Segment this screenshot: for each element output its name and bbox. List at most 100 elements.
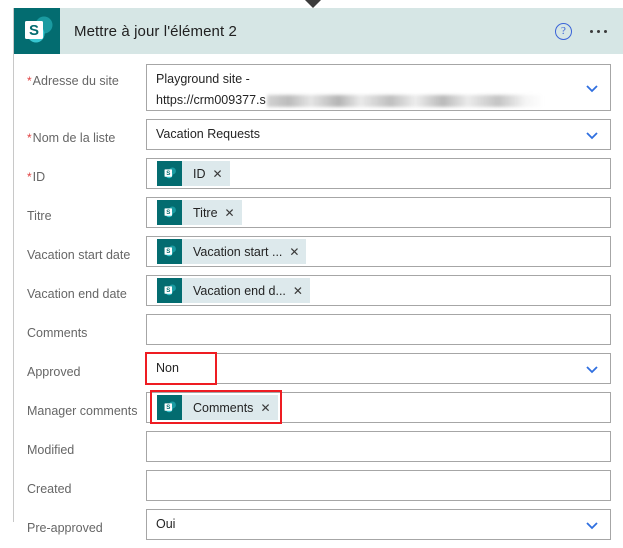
token-chip[interactable]: S Vacation end d... ✕: [157, 278, 310, 303]
label-text: Nom de la liste: [32, 131, 116, 145]
required-marker: *: [27, 74, 32, 88]
label-created: Created: [27, 482, 72, 496]
label-list-name: *Nom de la liste: [14, 119, 146, 145]
redacted-url-region: [266, 94, 542, 107]
approved-value: Non: [156, 361, 179, 375]
card-header: S Mettre à jour l'élément 2 ?: [14, 8, 623, 54]
form-row-pre-approved: Pre-approved Oui: [14, 509, 623, 548]
chevron-down-icon[interactable]: [585, 518, 599, 532]
site-address-dropdown[interactable]: Playground site - https://crm009377.s: [146, 64, 611, 111]
manager-comments-field[interactable]: S Comments ✕: [146, 392, 611, 423]
list-name-dropdown[interactable]: Vacation Requests: [146, 119, 611, 150]
token-chip[interactable]: S Vacation start ... ✕: [157, 239, 307, 264]
label-site-address: *Adresse du site: [14, 64, 146, 88]
pre-approved-dropdown[interactable]: Oui: [146, 509, 611, 540]
comments-input[interactable]: [146, 314, 611, 345]
sharepoint-token-icon: S: [157, 161, 182, 186]
token-label: ID: [193, 166, 206, 181]
token-chip[interactable]: S Comments ✕: [157, 395, 278, 420]
chevron-down-icon[interactable]: [585, 81, 599, 95]
form-row-approved: Approved Non: [14, 352, 623, 392]
control-modified: [146, 431, 611, 462]
control-approved: Non: [145, 352, 611, 385]
form-row-modified: Modified: [14, 431, 623, 470]
label-pre-approved: Pre-approved: [27, 521, 103, 535]
header-actions: ?: [555, 22, 623, 40]
titre-field[interactable]: S Titre ✕: [146, 197, 611, 228]
svg-text:S: S: [29, 22, 39, 39]
svg-text:S: S: [166, 287, 170, 294]
sharepoint-token-icon: S: [157, 395, 182, 420]
sharepoint-token-icon: S: [157, 278, 182, 303]
remove-token-icon[interactable]: ✕: [260, 402, 270, 414]
token-chip[interactable]: S Titre ✕: [157, 200, 242, 225]
control-id: S ID ✕: [146, 158, 611, 189]
window-top-strip: [0, 0, 623, 8]
help-question-icon[interactable]: ?: [555, 22, 572, 40]
modified-input[interactable]: [146, 431, 611, 462]
remove-token-icon[interactable]: ✕: [293, 285, 303, 297]
remove-token-icon[interactable]: ✕: [289, 246, 299, 258]
control-site-address: Playground site - https://crm009377.s: [146, 64, 611, 111]
update-item-card: S Mettre à jour l'élément 2 ? *Adresse d…: [13, 8, 623, 548]
required-marker: *: [27, 131, 32, 145]
label-approved: Approved: [27, 365, 81, 379]
site-address-line1: Playground site -: [156, 72, 250, 86]
control-created: [146, 470, 611, 501]
token-label: Comments: [193, 400, 254, 415]
site-address-line2: https://crm009377.s: [156, 90, 610, 111]
chevron-down-icon[interactable]: [585, 362, 599, 376]
control-vacation-end-date: S Vacation end d... ✕: [146, 275, 611, 306]
chevron-down-icon[interactable]: [585, 128, 599, 142]
label-id: *ID: [14, 158, 146, 184]
control-manager-comments: S Comments ✕: [146, 390, 611, 424]
label-text: Adresse du site: [32, 74, 119, 88]
sharepoint-token-icon: S: [157, 200, 182, 225]
label-comments: Comments: [27, 326, 88, 340]
approved-dropdown[interactable]: Non: [146, 353, 611, 384]
required-marker: *: [27, 170, 32, 184]
list-name-value: Vacation Requests: [156, 127, 260, 141]
remove-token-icon[interactable]: ✕: [213, 168, 223, 180]
vacation-start-date-field[interactable]: S Vacation start ... ✕: [146, 236, 611, 267]
svg-text:S: S: [166, 248, 170, 255]
control-comments: [146, 314, 611, 345]
form-body: *Adresse du site Playground site - https…: [14, 54, 623, 548]
vacation-end-date-field[interactable]: S Vacation end d... ✕: [146, 275, 611, 306]
form-row-created: Created: [14, 470, 623, 509]
form-row-comments: Comments: [14, 314, 623, 353]
id-field[interactable]: S ID ✕: [146, 158, 611, 189]
control-list-name: Vacation Requests: [146, 119, 611, 150]
form-row-vacation-start-date: Vacation start date S Vacation start ...…: [14, 236, 623, 275]
control-vacation-start-date: S Vacation start ... ✕: [146, 236, 611, 267]
form-row-vacation-end-date: Vacation end date S Vacation end d... ✕: [14, 275, 623, 314]
label-modified: Modified: [27, 443, 75, 457]
token-label: Titre: [193, 205, 218, 220]
remove-token-icon[interactable]: ✕: [225, 207, 235, 219]
control-titre: S Titre ✕: [146, 197, 611, 228]
sharepoint-logo-icon: S: [14, 8, 60, 54]
sharepoint-token-icon: S: [157, 239, 182, 264]
created-input[interactable]: [146, 470, 611, 501]
form-row-list-name: *Nom de la liste Vacation Requests: [14, 119, 623, 158]
form-row-titre: Titre S Titre ✕: [14, 197, 623, 236]
svg-text:S: S: [166, 404, 170, 411]
svg-text:S: S: [166, 209, 170, 216]
label-vacation-start-date: Vacation start date: [27, 248, 131, 262]
page-title: Mettre à jour l'élément 2: [74, 22, 237, 40]
token-label: Vacation end d...: [193, 283, 286, 298]
svg-text:S: S: [166, 170, 170, 177]
token-chip[interactable]: S ID ✕: [157, 161, 230, 186]
pre-approved-value: Oui: [156, 517, 176, 531]
ellipsis-more-icon[interactable]: [590, 29, 607, 33]
label-titre: Titre: [27, 209, 52, 223]
label-vacation-end-date: Vacation end date: [27, 287, 127, 301]
control-pre-approved: Oui: [146, 509, 611, 540]
form-row-id: *ID S ID ✕: [14, 158, 623, 197]
triangle-down-icon: [305, 0, 321, 8]
label-manager-comments: Manager comments: [27, 404, 138, 418]
form-row-manager-comments: Manager comments S Comments ✕: [14, 390, 623, 431]
token-label: Vacation start ...: [193, 244, 283, 259]
form-row-site-address: *Adresse du site Playground site - https…: [14, 64, 623, 119]
label-text: ID: [32, 170, 46, 184]
